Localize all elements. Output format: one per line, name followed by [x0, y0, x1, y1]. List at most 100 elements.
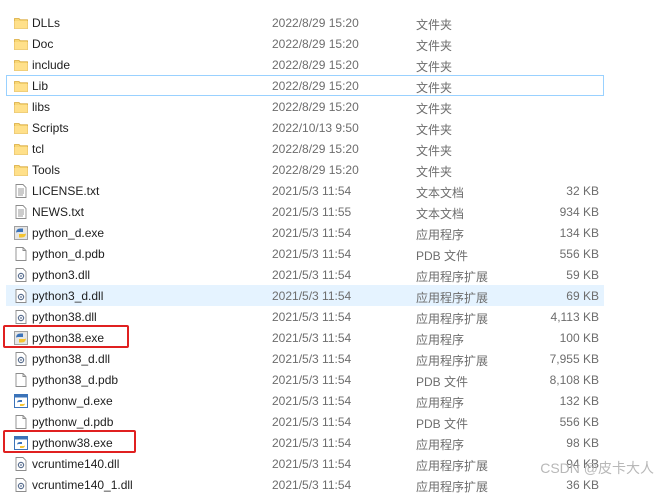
file-row-pythonw-d-pdb[interactable]: pythonw_d.pdb 2021/5/3 11:54 PDB 文件 556 KB: [6, 411, 604, 432]
file-type: 文件夹: [416, 165, 453, 179]
file-size: 59 KB: [566, 268, 599, 282]
file-date-modified: 2021/5/3 11:54: [272, 436, 352, 450]
file-row-python3-d-dll[interactable]: python3_d.dll 2021/5/3 11:54 应用程序扩展 69 KB: [6, 285, 604, 306]
file-type: 文件夹: [416, 81, 453, 95]
file-type: 文本文档: [416, 186, 465, 200]
file-type: PDB 文件: [416, 249, 469, 263]
file-type: 文件夹: [416, 60, 453, 74]
file-type: 文件夹: [416, 123, 453, 137]
blank-file-icon: [14, 373, 28, 387]
file-type: PDB 文件: [416, 375, 469, 389]
blank-file-icon: [14, 415, 28, 429]
file-name: include: [32, 58, 71, 72]
file-name: python38.exe: [32, 331, 105, 345]
folder-icon: [14, 100, 28, 114]
python-exe-icon: [14, 331, 28, 345]
file-size: 7,955 KB: [549, 352, 599, 366]
file-row-python-d-pdb[interactable]: python_d.pdb 2021/5/3 11:54 PDB 文件 556 KB: [6, 243, 604, 264]
file-type: 文本文档: [416, 207, 465, 221]
file-row-pythonw-d-exe[interactable]: pythonw_d.exe 2021/5/3 11:54 应用程序 132 KB: [6, 390, 604, 411]
file-name: python_d.exe: [32, 226, 105, 240]
file-size: 98 KB: [566, 436, 599, 450]
file-row-dlls[interactable]: DLLs 2022/8/29 15:20 文件夹: [6, 12, 604, 33]
file-name: Tools: [32, 163, 61, 177]
file-name: pythonw_d.exe: [32, 394, 113, 408]
file-list: DLLs 2022/8/29 15:20 文件夹 Doc 2022/8/29 15:20…: [0, 0, 668, 494]
file-row-vcruntime140-dll[interactable]: vcruntime140.dll 2021/5/3 11:54 应用程序扩展 94 K…: [6, 453, 604, 474]
dll-file-icon: [14, 268, 28, 282]
file-date-modified: 2021/5/3 11:55: [272, 205, 352, 219]
file-name: python38_d.pdb: [32, 373, 119, 387]
file-name: python_d.pdb: [32, 247, 105, 261]
blank-file-icon: [14, 247, 28, 261]
file-row-news-txt[interactable]: NEWS.txt 2021/5/3 11:55 文本文档 934 KB: [6, 201, 604, 222]
file-row-license-txt[interactable]: LICENSE.txt 2021/5/3 11:54 文本文档 32 KB: [6, 180, 604, 201]
file-type: 文件夹: [416, 102, 453, 116]
file-name: vcruntime140.dll: [32, 457, 120, 471]
file-row-python38-d-pdb[interactable]: python38_d.pdb 2021/5/3 11:54 PDB 文件 8,108 …: [6, 369, 604, 390]
folder-icon: [14, 142, 28, 156]
file-row-python38-d-dll[interactable]: python38_d.dll 2021/5/3 11:54 应用程序扩展 7,955 …: [6, 348, 604, 369]
file-size: 4,113 KB: [550, 310, 599, 324]
file-date-modified: 2021/5/3 11:54: [272, 457, 352, 471]
file-row-include[interactable]: include 2022/8/29 15:20 文件夹: [6, 54, 604, 75]
file-date-modified: 2021/5/3 11:54: [272, 331, 352, 345]
file-date-modified: 2022/8/29 15:20: [272, 163, 359, 177]
file-size: 8,108 KB: [549, 373, 599, 387]
file-date-modified: 2021/5/3 11:54: [272, 226, 352, 240]
file-row-tcl[interactable]: tcl 2022/8/29 15:20 文件夹: [6, 138, 604, 159]
file-size: 100 KB: [559, 331, 599, 345]
file-type: 应用程序扩展: [416, 270, 489, 284]
folder-icon: [14, 79, 28, 93]
file-date-modified: 2022/8/29 15:20: [272, 16, 359, 30]
file-name: LICENSE.txt: [32, 184, 100, 198]
file-date-modified: 2022/8/29 15:20: [272, 58, 359, 72]
file-name: tcl: [32, 142, 44, 156]
file-type: 文件夹: [416, 39, 453, 53]
file-date-modified: 2022/10/13 9:50: [272, 121, 359, 135]
file-name: libs: [32, 100, 51, 114]
file-type: 应用程序扩展: [416, 480, 489, 494]
file-type: 应用程序: [416, 228, 465, 242]
file-row-python38-exe[interactable]: python38.exe 2021/5/3 11:54 应用程序 100 KB: [6, 327, 604, 348]
folder-icon: [14, 163, 28, 177]
file-size: 132 KB: [559, 394, 599, 408]
pythonw-exe-icon: [14, 394, 28, 408]
file-name: Lib: [32, 79, 49, 93]
file-date-modified: 2021/5/3 11:54: [272, 415, 352, 429]
file-date-modified: 2021/5/3 11:54: [272, 352, 352, 366]
file-date-modified: 2021/5/3 11:54: [272, 289, 352, 303]
python-exe-icon: [14, 226, 28, 240]
file-type: PDB 文件: [416, 417, 469, 431]
file-row-vcruntime140-1-dll[interactable]: vcruntime140_1.dll 2021/5/3 11:54 应用程序扩展 36…: [6, 474, 604, 495]
file-row-libs[interactable]: libs 2022/8/29 15:20 文件夹: [6, 96, 604, 117]
file-date-modified: 2022/8/29 15:20: [272, 79, 359, 93]
file-name: DLLs: [32, 16, 61, 30]
file-date-modified: 2021/5/3 11:54: [272, 310, 352, 324]
file-row-tools[interactable]: Tools 2022/8/29 15:20 文件夹: [6, 159, 604, 180]
file-row-scripts[interactable]: Scripts 2022/10/13 9:50 文件夹: [6, 117, 604, 138]
file-name: python38.dll: [32, 310, 97, 324]
file-name: python3.dll: [32, 268, 91, 282]
file-size: 134 KB: [559, 226, 599, 240]
file-name: NEWS.txt: [32, 205, 85, 219]
dll-file-icon: [14, 289, 28, 303]
file-row-python-d-exe[interactable]: python_d.exe 2021/5/3 11:54 应用程序 134 KB: [6, 222, 604, 243]
file-row-pythonw38-exe[interactable]: pythonw38.exe 2021/5/3 11:54 应用程序 98 KB: [6, 432, 604, 453]
file-row-lib[interactable]: Lib 2022/8/29 15:20 文件夹: [6, 75, 604, 96]
file-row-python3-dll[interactable]: python3.dll 2021/5/3 11:54 应用程序扩展 59 KB: [6, 264, 604, 285]
file-row-python38-dll[interactable]: python38.dll 2021/5/3 11:54 应用程序扩展 4,113 KB: [6, 306, 604, 327]
dll-file-icon: [14, 457, 28, 471]
file-date-modified: 2021/5/3 11:54: [272, 184, 352, 198]
dll-file-icon: [14, 310, 28, 324]
file-name: python38_d.dll: [32, 352, 111, 366]
dll-file-icon: [14, 352, 28, 366]
file-name: python3_d.dll: [32, 289, 104, 303]
file-date-modified: 2022/8/29 15:20: [272, 142, 359, 156]
file-row-doc[interactable]: Doc 2022/8/29 15:20 文件夹: [6, 33, 604, 54]
file-date-modified: 2021/5/3 11:54: [272, 247, 352, 261]
folder-icon: [14, 121, 28, 135]
file-type: 应用程序扩展: [416, 354, 489, 368]
file-type: 应用程序扩展: [416, 459, 489, 473]
folder-icon: [14, 37, 28, 51]
